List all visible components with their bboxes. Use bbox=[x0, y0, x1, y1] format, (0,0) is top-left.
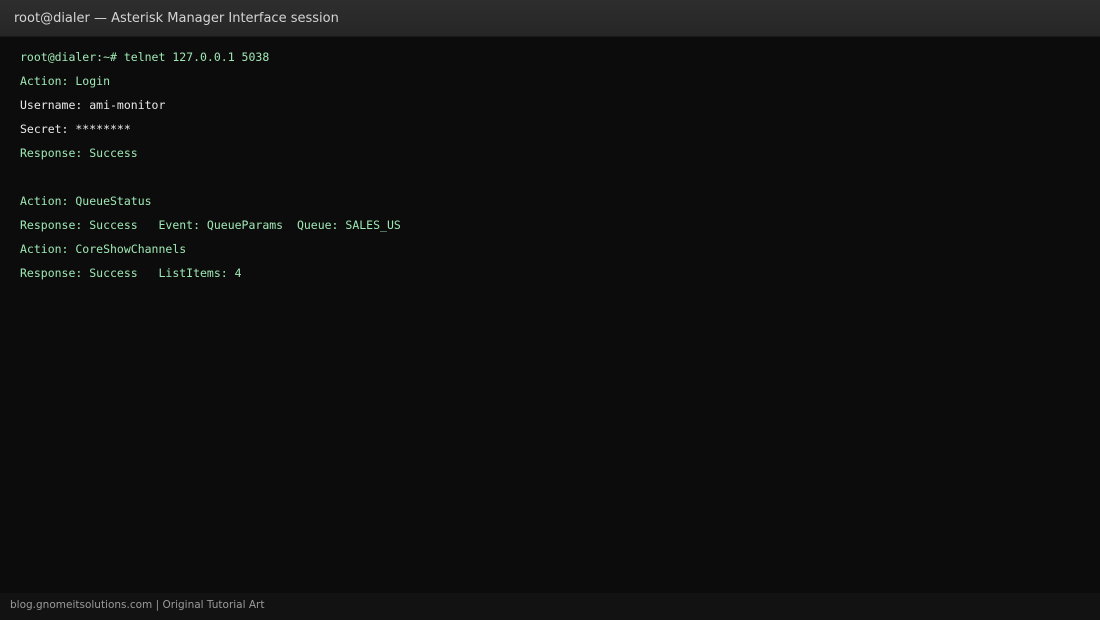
window-title: root@dialer — Asterisk Manager Interface… bbox=[14, 11, 339, 26]
footer-bar: blog.gnomeitsolutions.com | Original Tut… bbox=[0, 593, 1100, 620]
footer-credit: blog.gnomeitsolutions.com | Original Tut… bbox=[10, 599, 265, 611]
terminal-line-username: Username: ami-monitor bbox=[20, 98, 166, 112]
terminal-window: root@dialer — Asterisk Manager Interface… bbox=[0, 0, 1100, 620]
title-bar[interactable]: root@dialer — Asterisk Manager Interface… bbox=[0, 0, 1100, 37]
terminal-output[interactable]: root@dialer:~# telnet 127.0.0.1 5038 Act… bbox=[20, 49, 1080, 289]
terminal-line-action-login: Action: Login bbox=[20, 74, 111, 88]
terminal-line-response-coreshowchannels: Response: Success ListItems: 4 bbox=[20, 266, 242, 280]
terminal-line-response-queuestatus: Response: Success Event: QueueParams Que… bbox=[20, 218, 401, 232]
terminal-line-action-queuestatus: Action: QueueStatus bbox=[20, 194, 152, 208]
terminal-line-response-login: Response: Success bbox=[20, 146, 138, 160]
terminal-line-action-coreshowchannels: Action: CoreShowChannels bbox=[20, 242, 187, 256]
terminal-line-secret: Secret: ******** bbox=[20, 122, 131, 136]
terminal-line-command: root@dialer:~# telnet 127.0.0.1 5038 bbox=[20, 50, 270, 64]
